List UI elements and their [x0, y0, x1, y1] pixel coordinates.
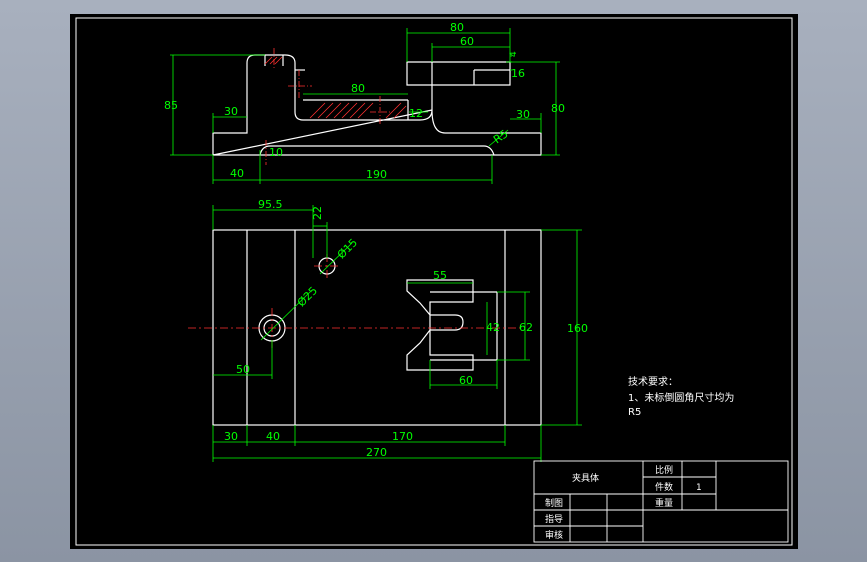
v-block-cutout [406, 279, 474, 371]
dim-30-left: 30 [224, 105, 238, 118]
dim-80-middle: 80 [351, 82, 365, 95]
dim-dia15: Ø15 [335, 236, 360, 261]
dim-85: 85 [164, 99, 178, 112]
dim-10: 10 [269, 146, 283, 159]
plan-view-centerlines [188, 254, 520, 348]
guide-label: 指导 [545, 513, 563, 525]
dim-dia25: Ø25 [295, 284, 320, 309]
review-label: 审核 [545, 529, 563, 541]
front-view-hatching [264, 56, 407, 119]
dim-160: 160 [567, 322, 588, 335]
dim-55: 55 [433, 269, 447, 282]
notes-line-1: 1、未标倒圆角尺寸均为 [628, 391, 734, 404]
dim-190: 190 [366, 168, 387, 181]
pieces-label: 件数 [655, 481, 673, 493]
technical-notes: 技术要求： 1、未标倒圆角尺寸均为 R5 [628, 375, 734, 418]
part-name: 夹具体 [572, 472, 599, 484]
scale-label: 比例 [655, 464, 673, 476]
cad-viewport[interactable]: 80 60 4 16 80 85 30 80 12 30 R5 10 40 19… [0, 0, 867, 562]
front-view-dimension-texts: 80 60 4 16 80 85 30 80 12 30 R5 10 40 19… [164, 21, 565, 181]
dim-62: 62 [519, 321, 533, 334]
drawing-canvas[interactable]: 80 60 4 16 80 85 30 80 12 30 R5 10 40 19… [70, 14, 798, 549]
dim-80-right: 80 [551, 102, 565, 115]
dim-40-plan: 40 [266, 430, 280, 443]
dim-12: 12 [409, 107, 423, 120]
title-block-texts: 夹具体 比例 件数 1 重量 制图 指导 审核 [545, 464, 702, 541]
notes-line-2: R5 [628, 407, 641, 418]
dim-50: 50 [236, 363, 250, 376]
dim-30-right: 30 [516, 108, 530, 121]
pieces-value: 1 [696, 483, 702, 493]
drawing-sheet[interactable]: 80 60 4 16 80 85 30 80 12 30 R5 10 40 19… [70, 14, 798, 549]
dim-4: 4 [509, 51, 519, 57]
notes-heading: 技术要求： [628, 375, 678, 388]
plan-view-dimension-texts: 95.5 22 Ø15 Ø25 55 42 62 160 50 60 30 40… [224, 198, 588, 459]
dim-170: 170 [392, 430, 413, 443]
dim-40-bottom: 40 [230, 167, 244, 180]
dim-95-5: 95.5 [258, 198, 283, 211]
dim-30-bottom: 30 [224, 430, 238, 443]
dim-80-top: 80 [450, 21, 464, 34]
dim-270: 270 [366, 446, 387, 459]
dim-22: 22 [311, 206, 324, 220]
dim-16: 16 [511, 67, 525, 80]
weight-label: 重量 [655, 497, 673, 509]
dim-42: 42 [486, 321, 500, 334]
front-view [212, 54, 542, 156]
dim-60-top: 60 [460, 35, 474, 48]
drawn-label: 制图 [545, 497, 563, 509]
dim-60-bottom: 60 [459, 374, 473, 387]
